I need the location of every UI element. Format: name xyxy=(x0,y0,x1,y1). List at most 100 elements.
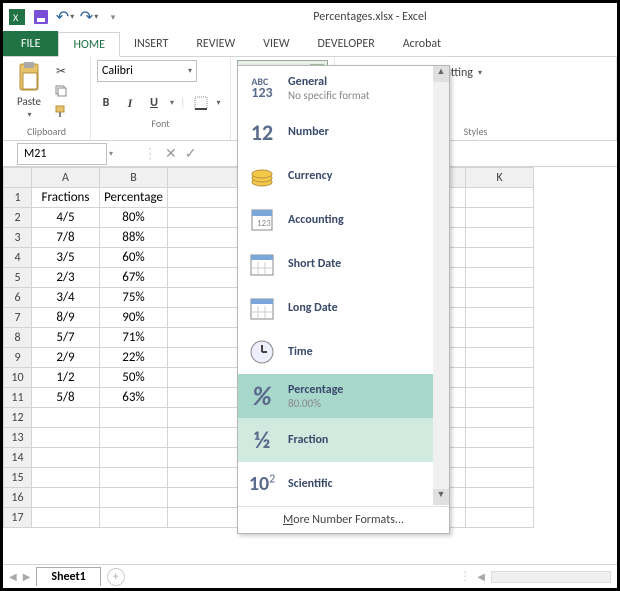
cell[interactable]: 7/8 xyxy=(32,228,100,248)
cell[interactable]: 5/8 xyxy=(32,388,100,408)
cell[interactable] xyxy=(466,508,534,528)
cell[interactable] xyxy=(466,368,534,388)
column-header[interactable]: A xyxy=(32,168,100,188)
cell[interactable] xyxy=(466,208,534,228)
cell[interactable]: 1/2 xyxy=(32,368,100,388)
format-option-longdate[interactable]: Long Date xyxy=(238,286,449,330)
row-header[interactable]: 11 xyxy=(4,388,32,408)
font-name-combo[interactable]: Calibri▾ xyxy=(97,60,197,82)
bold-button[interactable]: B xyxy=(97,94,115,112)
row-header[interactable]: 5 xyxy=(4,268,32,288)
sheet-nav-prev-icon[interactable]: ◀ xyxy=(9,570,17,583)
cell[interactable] xyxy=(466,248,534,268)
cell[interactable]: 71% xyxy=(100,328,168,348)
cell[interactable]: 90% xyxy=(100,308,168,328)
format-option-accounting[interactable]: 123 Accounting xyxy=(238,198,449,242)
column-header[interactable]: K xyxy=(466,168,534,188)
row-header[interactable]: 3 xyxy=(4,228,32,248)
tab-home[interactable]: HOME xyxy=(58,32,120,57)
cell[interactable]: 8/9 xyxy=(32,308,100,328)
dropdown-scrollbar[interactable]: ▲ ▼ xyxy=(433,66,449,505)
format-painter-icon[interactable] xyxy=(53,103,69,119)
border-button[interactable] xyxy=(192,94,210,112)
save-icon[interactable] xyxy=(31,7,51,27)
cell[interactable] xyxy=(100,428,168,448)
cell[interactable]: 3/5 xyxy=(32,248,100,268)
row-header[interactable]: 12 xyxy=(4,408,32,428)
sheet-nav-next-icon[interactable]: ▶ xyxy=(23,570,31,583)
row-header[interactable]: 8 xyxy=(4,328,32,348)
scroll-up-icon[interactable]: ▲ xyxy=(433,66,449,82)
qat-customize-icon[interactable]: ▾ xyxy=(103,7,123,27)
row-header[interactable]: 10 xyxy=(4,368,32,388)
format-option-scientific[interactable]: 102 Scientific xyxy=(238,462,449,506)
row-header[interactable]: 9 xyxy=(4,348,32,368)
underline-button[interactable]: U xyxy=(145,94,163,112)
redo-icon[interactable]: ↷▾ xyxy=(79,7,99,27)
cell[interactable]: 50% xyxy=(100,368,168,388)
row-header[interactable]: 15 xyxy=(4,468,32,488)
tab-file[interactable]: FILE xyxy=(3,31,58,56)
cell[interactable]: 63% xyxy=(100,388,168,408)
format-option-shortdate[interactable]: Short Date xyxy=(238,242,449,286)
copy-icon[interactable] xyxy=(53,83,69,99)
cell[interactable]: Percentage xyxy=(100,188,168,208)
cell[interactable]: 2/3 xyxy=(32,268,100,288)
cell[interactable] xyxy=(100,508,168,528)
cell[interactable]: 80% xyxy=(100,208,168,228)
cell[interactable]: 3/4 xyxy=(32,288,100,308)
cell[interactable] xyxy=(100,448,168,468)
row-header[interactable]: 16 xyxy=(4,488,32,508)
column-header[interactable]: B xyxy=(100,168,168,188)
tab-acrobat[interactable]: Acrobat xyxy=(389,31,455,56)
chevron-down-icon[interactable]: ▾ xyxy=(109,149,123,159)
tab-developer[interactable]: DEVELOPER xyxy=(304,31,389,56)
cell[interactable] xyxy=(32,488,100,508)
row-header[interactable]: 4 xyxy=(4,248,32,268)
cell[interactable] xyxy=(466,468,534,488)
cell[interactable]: 22% xyxy=(100,348,168,368)
format-option-fraction[interactable]: ½ Fraction xyxy=(238,418,449,462)
cell[interactable] xyxy=(466,288,534,308)
cell[interactable] xyxy=(466,308,534,328)
cut-icon[interactable]: ✂ xyxy=(53,63,69,79)
row-header[interactable]: 13 xyxy=(4,428,32,448)
row-header[interactable]: 1 xyxy=(4,188,32,208)
cell[interactable]: 4/5 xyxy=(32,208,100,228)
format-option-currency[interactable]: Currency xyxy=(238,154,449,198)
horizontal-scrollbar[interactable] xyxy=(491,571,611,583)
cell[interactable]: 5/7 xyxy=(32,328,100,348)
hscroll-left-icon[interactable]: ◀ xyxy=(477,570,485,583)
cancel-formula-icon[interactable]: ✕ xyxy=(165,145,177,162)
cell[interactable] xyxy=(100,468,168,488)
row-header[interactable]: 14 xyxy=(4,448,32,468)
cell[interactable] xyxy=(32,448,100,468)
cell[interactable] xyxy=(466,348,534,368)
cell[interactable] xyxy=(100,408,168,428)
row-header[interactable]: 2 xyxy=(4,208,32,228)
cell[interactable] xyxy=(466,408,534,428)
format-option-general[interactable]: ABC123 GeneralNo specific format xyxy=(238,66,449,110)
paste-button[interactable]: Paste ▾ xyxy=(9,59,49,122)
italic-button[interactable]: I xyxy=(121,94,139,112)
new-sheet-button[interactable]: + xyxy=(107,568,125,586)
cell[interactable] xyxy=(32,508,100,528)
cell[interactable] xyxy=(466,228,534,248)
cell[interactable] xyxy=(466,428,534,448)
cell[interactable]: 67% xyxy=(100,268,168,288)
cell[interactable]: 60% xyxy=(100,248,168,268)
cell[interactable]: 75% xyxy=(100,288,168,308)
row-header[interactable]: 17 xyxy=(4,508,32,528)
undo-icon[interactable]: ↶▾ xyxy=(55,7,75,27)
cell[interactable] xyxy=(466,488,534,508)
cell[interactable] xyxy=(32,468,100,488)
cell[interactable] xyxy=(466,388,534,408)
accept-formula-icon[interactable]: ✓ xyxy=(185,145,197,162)
scroll-down-icon[interactable]: ▼ xyxy=(433,489,449,505)
cell[interactable] xyxy=(32,428,100,448)
select-all-corner[interactable] xyxy=(4,168,32,188)
cell[interactable] xyxy=(466,328,534,348)
format-option-time[interactable]: Time xyxy=(238,330,449,374)
cell[interactable] xyxy=(100,488,168,508)
sheet-tab[interactable]: Sheet1 xyxy=(36,567,100,586)
